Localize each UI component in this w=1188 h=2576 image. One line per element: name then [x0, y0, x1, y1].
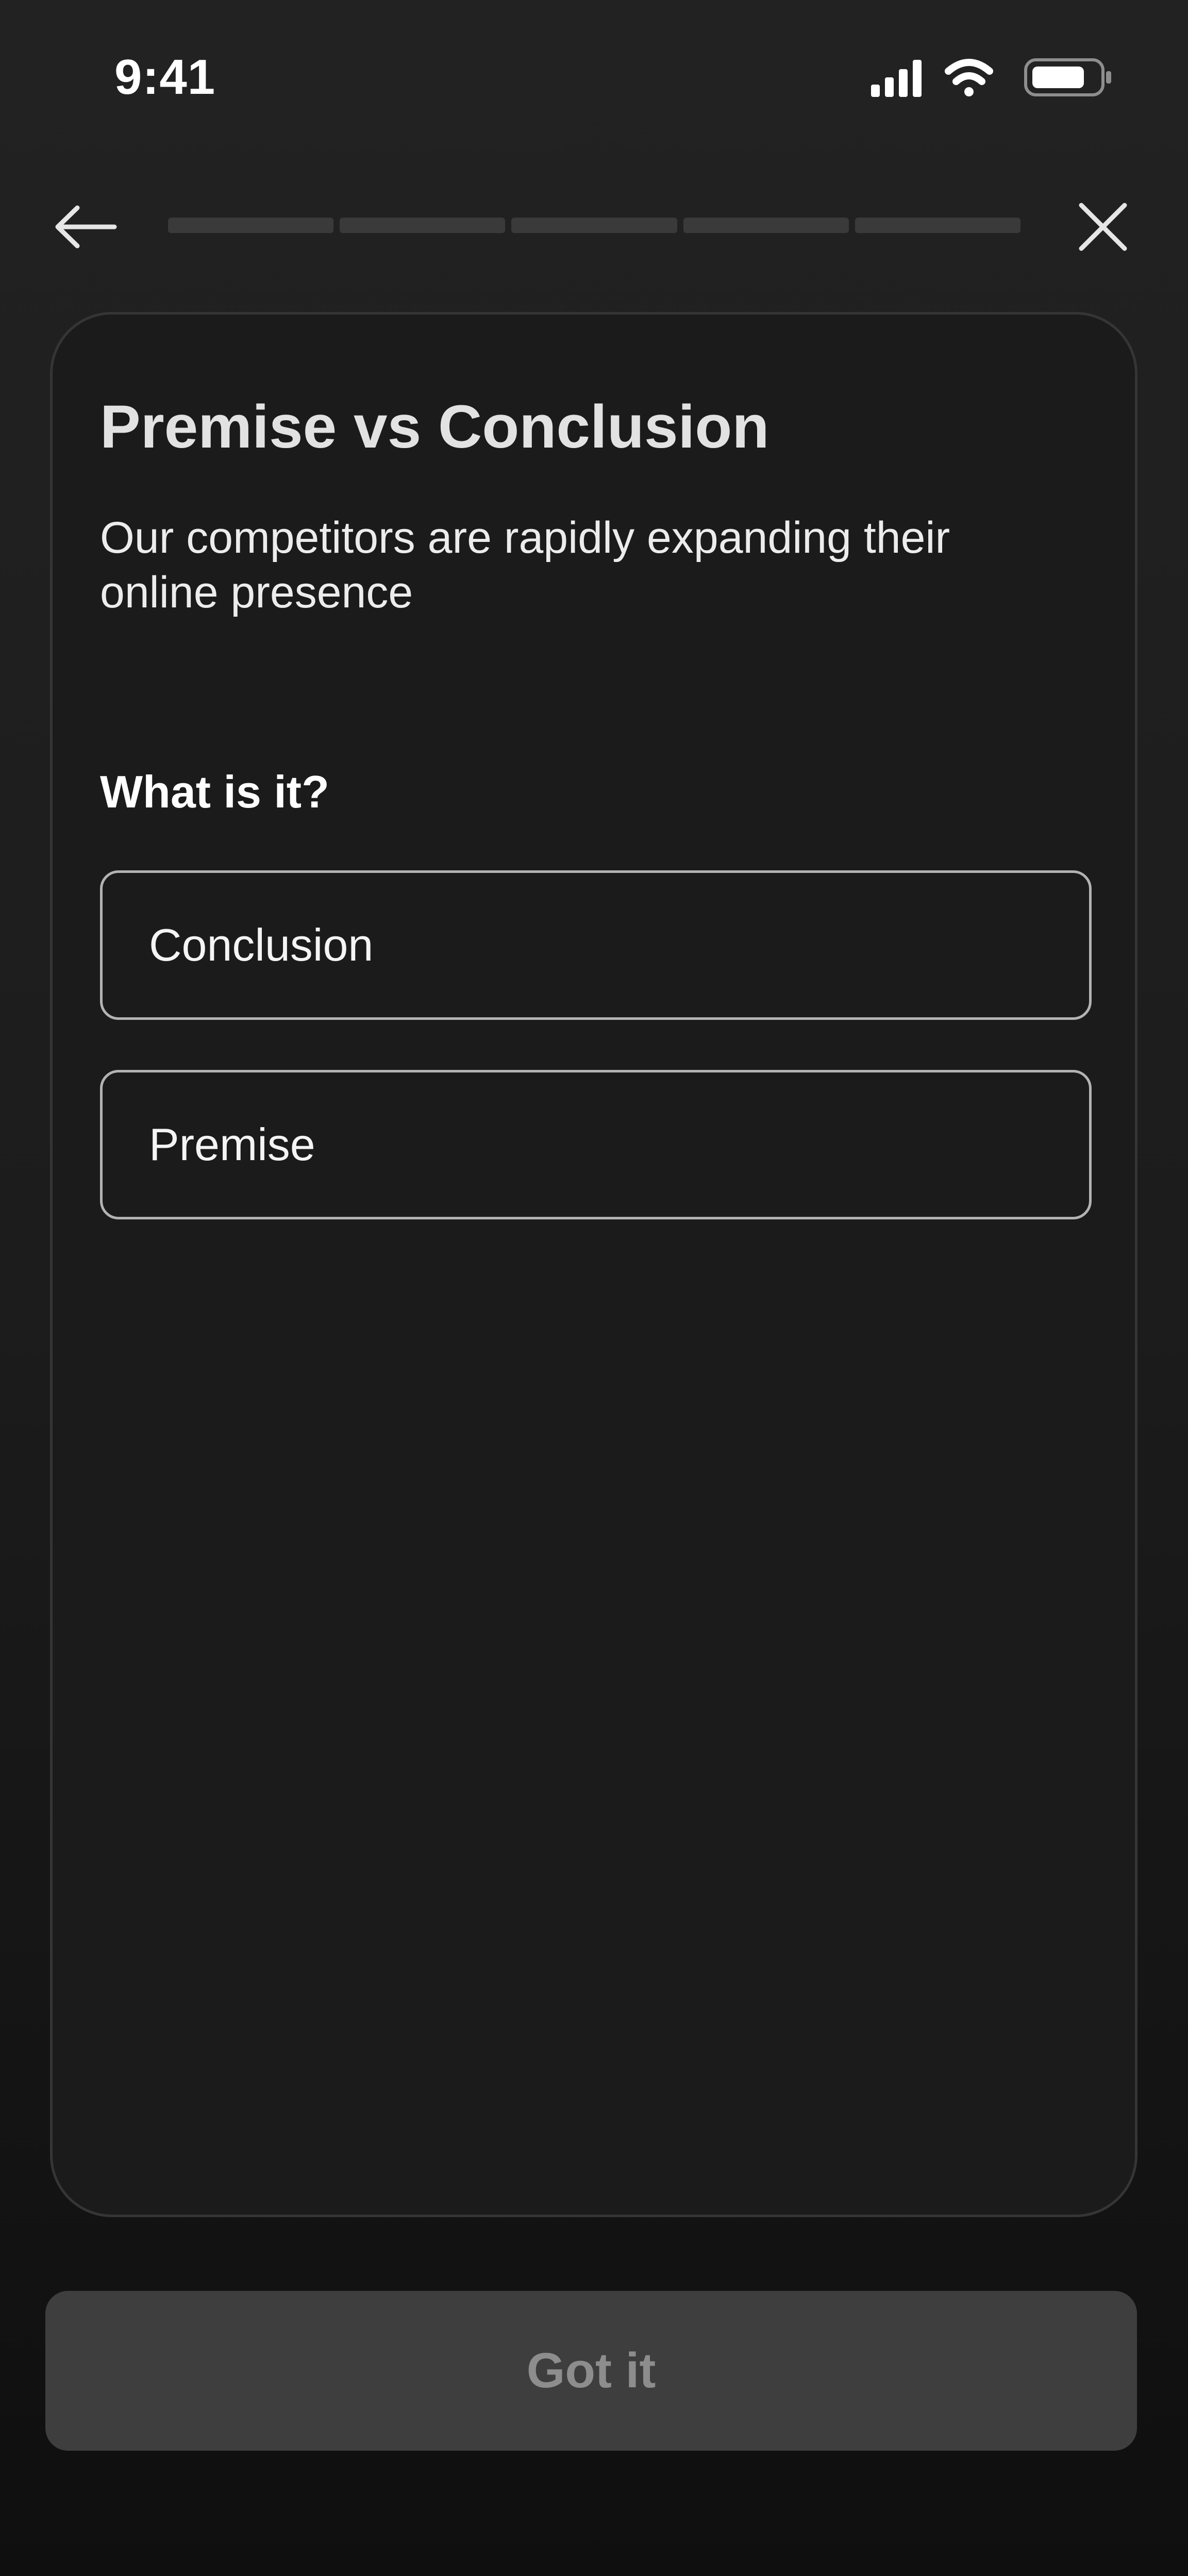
back-button[interactable] [41, 196, 129, 258]
status-bar: 9:41 [0, 0, 1188, 155]
got-it-button[interactable]: Got it [45, 2291, 1137, 2451]
question-card: Premise vs Conclusion Our competitors ar… [50, 312, 1137, 2217]
option-conclusion[interactable]: Conclusion [100, 870, 1092, 1020]
statement-text: Our competitors are rapidly expanding th… [100, 513, 950, 617]
arrow-left-icon [55, 205, 117, 249]
nav-bar [0, 191, 1188, 263]
cellular-signal-icon [871, 60, 922, 97]
progress-segment [340, 218, 506, 233]
close-icon [1079, 203, 1127, 251]
progress-bar [168, 218, 1021, 233]
got-it-button-label: Got it [526, 2343, 656, 2398]
option-premise[interactable]: Premise [100, 1070, 1092, 1219]
status-time: 9:41 [114, 49, 216, 105]
progress-segment [683, 218, 849, 233]
option-label: Conclusion [149, 919, 374, 970]
progress-segment [168, 218, 334, 233]
question-prompt: What is it? [100, 766, 329, 817]
progress-segment [855, 218, 1021, 233]
card-title: Premise vs Conclusion [100, 393, 769, 461]
wifi-icon [945, 59, 993, 96]
option-label: Premise [149, 1119, 315, 1170]
close-button[interactable] [1062, 196, 1144, 258]
battery-icon [1024, 58, 1111, 96]
status-icons [871, 58, 1111, 97]
progress-segment [511, 218, 677, 233]
